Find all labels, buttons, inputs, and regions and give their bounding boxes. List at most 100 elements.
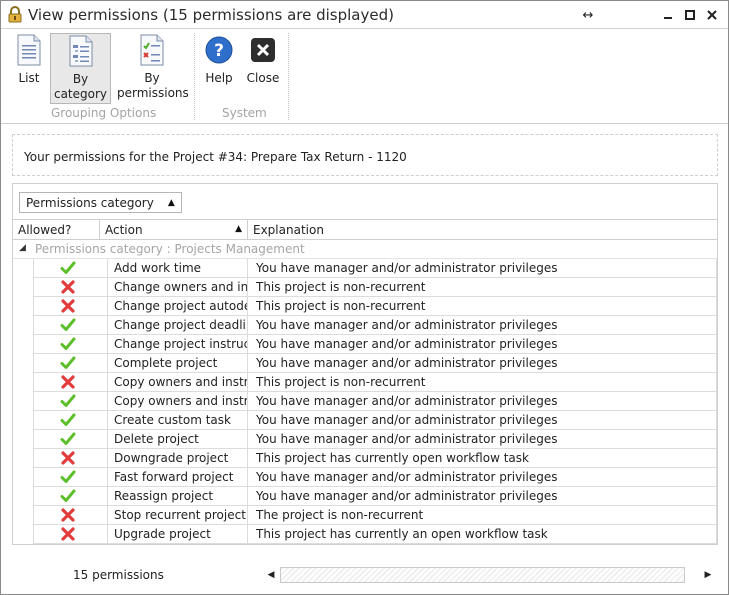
help-button[interactable]: ? Help: [200, 33, 238, 104]
action-cell: Create custom task: [108, 411, 248, 430]
allowed-cell: [33, 487, 108, 506]
table-row[interactable]: Change project autodea This project is no…: [33, 297, 717, 316]
horizontal-scrollbar[interactable]: ◀ ▶: [264, 566, 717, 584]
allowed-cell: [33, 392, 108, 411]
resize-arrows-icon[interactable]: ↔: [577, 5, 599, 25]
column-action[interactable]: Action ▲: [100, 220, 248, 240]
table-row[interactable]: Add work time You have manager and/or adm…: [33, 259, 717, 278]
green-check-icon: [60, 393, 76, 409]
column-action-label: Action: [105, 223, 143, 237]
explanation-cell: This project has currently an open workf…: [248, 525, 717, 544]
table-row[interactable]: Copy owners and instruc You have manager …: [33, 392, 717, 411]
list-button[interactable]: List: [7, 33, 51, 104]
explanation-cell: You have manager and/or administrator pr…: [248, 335, 717, 354]
by-permissions-button-label: By permissions: [117, 71, 189, 100]
title-bar: View permissions (15 permissions are dis…: [1, 1, 728, 29]
allowed-cell: [33, 354, 108, 373]
action-cell: Delete project: [108, 430, 248, 449]
close-icon: [247, 33, 279, 67]
ribbon-group-separator: [194, 33, 195, 120]
column-allowed[interactable]: Allowed?: [13, 220, 100, 240]
allowed-cell: [33, 373, 108, 392]
action-cell: Add work time: [108, 259, 248, 278]
red-cross-icon: [60, 526, 76, 542]
window-title: View permissions (15 permissions are dis…: [28, 6, 394, 24]
allowed-cell: [33, 449, 108, 468]
allowed-cell: [33, 316, 108, 335]
scrollbar-track[interactable]: [280, 567, 685, 583]
action-cell: Copy owners and instruc: [108, 392, 248, 411]
table-row[interactable]: Reassign project You have manager and/or …: [33, 487, 717, 506]
scroll-right-icon[interactable]: ▶: [701, 568, 715, 582]
column-header: Allowed? Action ▲ Explanation: [13, 220, 717, 240]
table-row[interactable]: Upgrade project This project has currentl…: [33, 525, 717, 544]
minimize-icon[interactable]: [657, 5, 679, 25]
by-permissions-button[interactable]: By permissions: [117, 33, 189, 104]
explanation-cell: You have manager and/or administrator pr…: [248, 430, 717, 449]
column-explanation[interactable]: Explanation: [248, 220, 717, 240]
collapse-arrow-icon[interactable]: ◢: [19, 243, 26, 253]
by-category-button-label: By category: [53, 72, 108, 101]
ribbon-toolbar: List By category By permissions Grouping…: [1, 29, 728, 124]
explanation-cell: You have manager and/or administrator pr…: [248, 468, 717, 487]
green-check-icon: [60, 412, 76, 428]
group-by-chip-label: Permissions category: [26, 195, 154, 210]
explanation-cell: You have manager and/or administrator pr…: [248, 354, 717, 373]
allowed-cell: [33, 278, 108, 297]
table-row[interactable]: Downgrade project This project has curren…: [33, 449, 717, 468]
explanation-cell: You have manager and/or administrator pr…: [248, 259, 717, 278]
permissions-document-icon: [136, 33, 168, 67]
red-cross-icon: [60, 450, 76, 466]
permissions-grid: Permissions category ▲ Allowed? Action ▲…: [12, 183, 718, 545]
green-check-icon: [60, 488, 76, 504]
list-button-label: List: [18, 71, 40, 85]
help-button-label: Help: [205, 71, 233, 85]
explanation-cell: This project has currently open workflow…: [248, 449, 717, 468]
group-by-chip[interactable]: Permissions category ▲: [19, 192, 182, 213]
table-row[interactable]: Complete project You have manager and/or …: [33, 354, 717, 373]
explanation-cell: This project is non-recurrent: [248, 373, 717, 392]
category-document-icon: [65, 34, 97, 68]
green-check-icon: [60, 355, 76, 371]
maximize-icon[interactable]: [679, 5, 701, 25]
allowed-cell: [33, 430, 108, 449]
allowed-cell: [33, 297, 108, 316]
explanation-cell: The project is non-recurrent: [248, 506, 717, 525]
action-cell: Reassign project: [108, 487, 248, 506]
action-cell: Change owners and instr: [108, 278, 248, 297]
ribbon-group-separator: [288, 33, 289, 120]
window-close-icon[interactable]: [701, 5, 723, 25]
action-cell: Change project autodea: [108, 297, 248, 316]
table-row[interactable]: Fast forward project You have manager and…: [33, 468, 717, 487]
explanation-cell: You have manager and/or administrator pr…: [248, 316, 717, 335]
green-check-icon: [60, 317, 76, 333]
table-row[interactable]: Create custom task You have manager and/o…: [33, 411, 717, 430]
table-row[interactable]: Change project instructioYou have manage…: [33, 335, 717, 354]
table-row[interactable]: Stop recurrent project The project is non…: [33, 506, 717, 525]
column-explanation-label: Explanation: [253, 223, 324, 237]
scroll-left-icon[interactable]: ◀: [264, 568, 278, 582]
table-row[interactable]: Copy owners and instruc This project is n…: [33, 373, 717, 392]
action-cell: Change project deadline: [108, 316, 248, 335]
list-document-icon: [13, 33, 45, 67]
red-cross-icon: [60, 298, 76, 314]
action-cell: Upgrade project: [108, 525, 248, 544]
allowed-cell: [33, 411, 108, 430]
action-cell: Copy owners and instruc: [108, 373, 248, 392]
explanation-cell: You have manager and/or administrator pr…: [248, 411, 717, 430]
explanation-cell: You have manager and/or administrator pr…: [248, 392, 717, 411]
allowed-cell: [33, 525, 108, 544]
close-button[interactable]: Close: [243, 33, 283, 104]
explanation-cell: This project is non-recurrent: [248, 278, 717, 297]
explanation-cell: You have manager and/or administrator pr…: [248, 487, 717, 506]
column-allowed-label: Allowed?: [18, 223, 72, 237]
table-row[interactable]: Change owners and instrThis project is n…: [33, 278, 717, 297]
by-category-button[interactable]: By category: [50, 33, 111, 104]
action-cell: Fast forward project: [108, 468, 248, 487]
action-cell: Complete project: [108, 354, 248, 373]
table-row[interactable]: Change project deadline You have manager …: [33, 316, 717, 335]
group-row[interactable]: ◢ Permissions category : Projects Manage…: [13, 240, 717, 259]
table-row[interactable]: Delete project You have manager and/or ad…: [33, 430, 717, 449]
sort-up-icon: ▲: [167, 197, 175, 208]
red-cross-icon: [60, 374, 76, 390]
